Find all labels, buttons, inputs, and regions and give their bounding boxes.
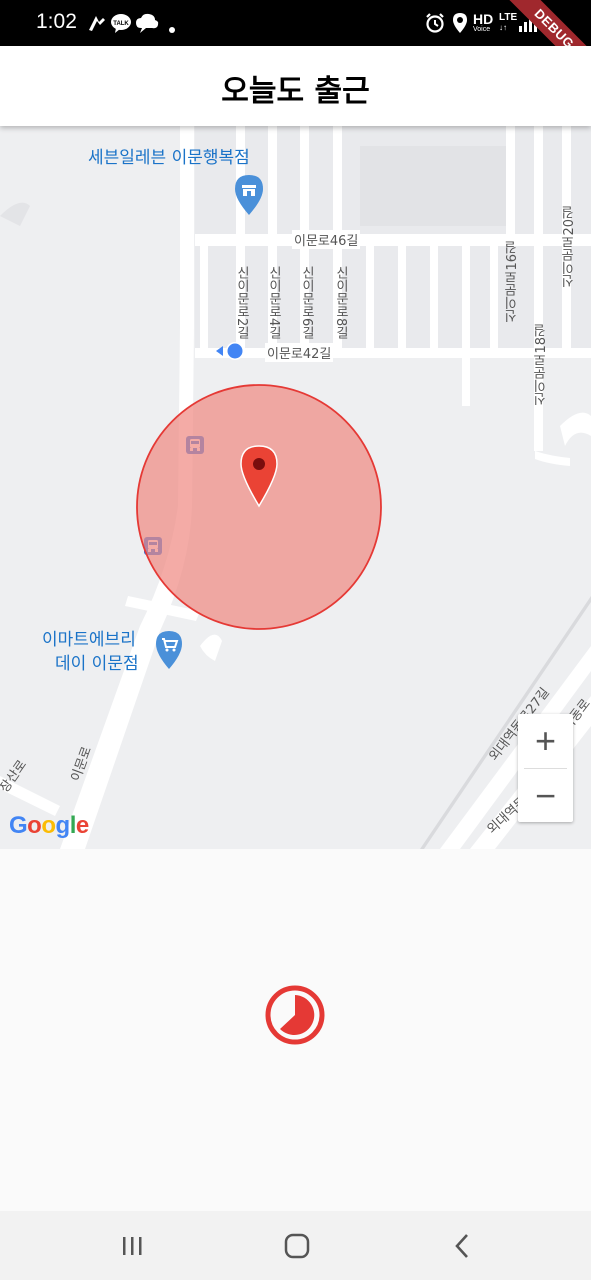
app-bar: 오늘도 출근 <box>0 46 591 126</box>
poi-label[interactable]: 이마트에브리 <box>42 629 136 651</box>
road-label: 신이문로20길 <box>562 206 577 288</box>
home-button[interactable] <box>277 1229 317 1263</box>
road-label: 이문로42길 <box>265 343 334 362</box>
content-area <box>0 849 591 1211</box>
shopping-cart-pin-icon[interactable] <box>155 630 183 674</box>
zoom-controls: + − <box>518 714 573 822</box>
store-pin-icon[interactable] <box>234 174 264 220</box>
recents-icon <box>123 1237 142 1255</box>
status-time: 1:02 <box>36 10 77 33</box>
road-label: 신이문로18길 <box>534 324 549 406</box>
alarm-icon <box>424 12 446 38</box>
page-title: 오늘도 출근 <box>221 74 370 109</box>
zoom-in-button[interactable]: + <box>518 714 573 768</box>
road-label: 신이문로6길 <box>299 266 314 340</box>
zoom-out-label: − <box>534 775 557 816</box>
lte-label: LTE <box>499 12 518 23</box>
poi-label[interactable]: 데이 이문점 <box>55 653 139 675</box>
dot-icon <box>168 19 176 38</box>
voice-label: Voice <box>473 26 491 33</box>
lte-icon: LTE ↓↑ <box>499 12 518 32</box>
system-nav-bar <box>0 1211 591 1280</box>
status-bar: 1:02 TALK HD Voice LTE ↓↑ DEBUG <box>0 0 591 90</box>
road-label: 신이문로2길 <box>234 266 249 340</box>
talk-icon: TALK <box>110 12 132 38</box>
road-label: 신이문로16길 <box>505 241 520 323</box>
hd-voice-icon: HD Voice <box>473 12 497 34</box>
hd-label: HD <box>473 11 494 27</box>
back-icon <box>455 1234 468 1258</box>
recents-button[interactable] <box>112 1229 152 1263</box>
road-label: 이문로46길 <box>292 230 361 249</box>
road-label: 신이문로8길 <box>333 266 348 340</box>
cloud-chat-icon <box>135 12 159 38</box>
home-icon <box>284 1233 310 1259</box>
zoom-in-label: + <box>534 720 557 761</box>
google-map[interactable]: 이문로46길 이문로42길 신이문로2길 신이문로4길 신이문로6길 신이문로8… <box>0 126 591 849</box>
my-location-icon <box>213 341 247 365</box>
loading-spinner-icon <box>264 984 326 1050</box>
zoom-out-button[interactable]: − <box>518 769 573 823</box>
road-label: 신이문로4길 <box>266 266 281 340</box>
location-marker-icon[interactable] <box>239 444 279 512</box>
location-icon <box>451 12 469 38</box>
svg-text:TALK: TALK <box>113 21 129 27</box>
back-button[interactable] <box>443 1229 483 1263</box>
google-logo: Google <box>9 812 89 839</box>
poi-label[interactable]: 세븐일레븐 이문행복점 <box>88 147 250 169</box>
signature-icon <box>86 12 108 38</box>
